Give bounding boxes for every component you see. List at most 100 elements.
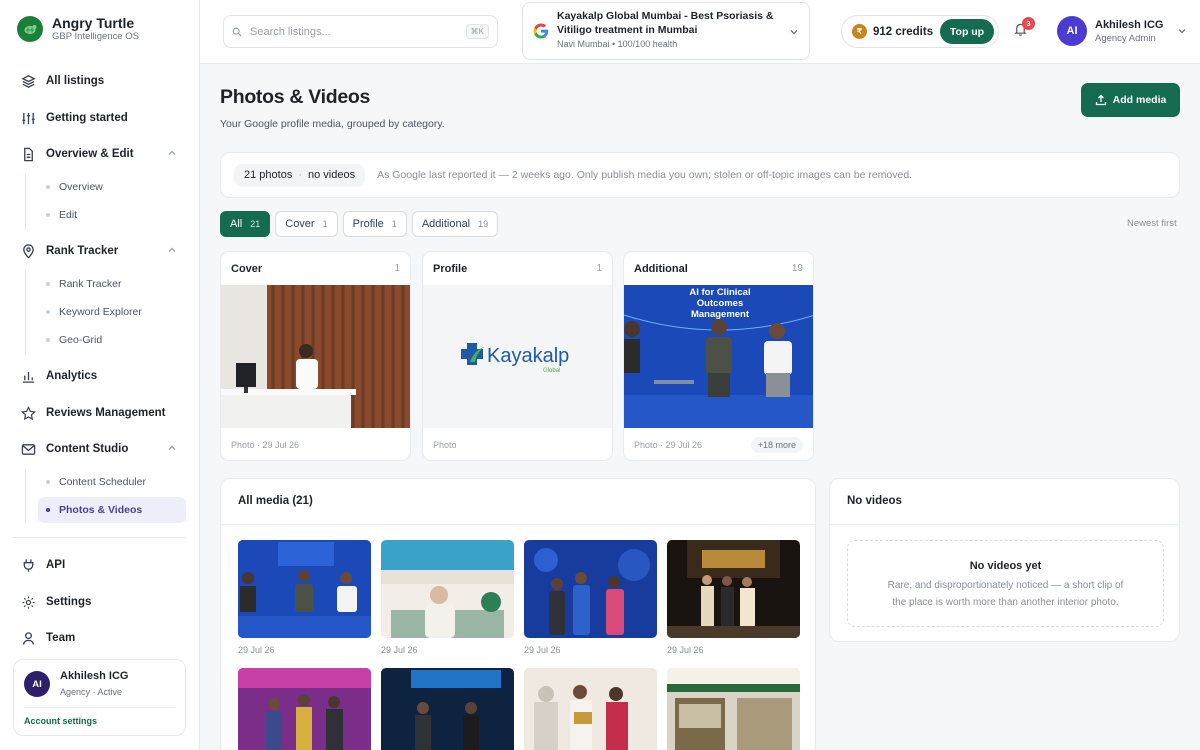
more-badge[interactable]: +18 more (750, 436, 803, 453)
chevron-up-icon[interactable] (167, 443, 177, 453)
cover-photo[interactable] (221, 285, 410, 428)
media-thumb[interactable] (667, 540, 800, 638)
user-role: Agency Admin (1095, 32, 1156, 44)
account-settings-link[interactable]: Account settings (24, 716, 97, 726)
media-date: 29 Jul 26 (381, 645, 418, 655)
listing-selector[interactable]: Kayakalp Global Mumbai - Best Psoriasis … (522, 2, 810, 60)
bullet-icon (46, 185, 50, 189)
sidebar-item-overview-edit[interactable]: Overview & Edit (20, 144, 180, 164)
account-divider (24, 707, 175, 708)
filter-additional[interactable]: Additional 19 (411, 211, 499, 237)
empty-state-text: Rare, and disproportionately noticed — a… (887, 580, 1124, 608)
sidebar-item-getting-started[interactable]: Getting started (20, 108, 180, 128)
mail-icon (20, 441, 36, 457)
media-thumb[interactable] (238, 668, 371, 750)
category-card-profile[interactable]: Profile 1 Kayakalp Global Photo (422, 251, 613, 461)
sidebar-item-analytics[interactable]: Analytics (20, 366, 180, 386)
media-thumb[interactable] (524, 540, 657, 638)
sidebar-item-label: Overview & Edit (46, 148, 134, 160)
media-thumb[interactable] (238, 540, 371, 638)
media-count-pill: 21 photos · no videos (234, 163, 366, 187)
sidebar-item-label: Analytics (46, 370, 98, 382)
add-media-button[interactable]: Add media (1081, 83, 1180, 117)
sidebar-subitem-label: Geo-Grid (59, 334, 103, 346)
chevron-down-icon (789, 27, 799, 37)
user-menu[interactable]: AI Akhilesh ICG Agency Admin (1057, 16, 1187, 46)
listing-subtitle: Navi Mumbai • 100/100 health (557, 39, 678, 49)
media-thumb[interactable] (381, 540, 514, 638)
sidebar-item-label: API (46, 559, 66, 571)
chevron-down-icon (1177, 26, 1187, 36)
bullet-icon (46, 310, 50, 314)
account-name: Akhilesh ICG (60, 670, 129, 682)
sidebar-item-content-studio[interactable]: Content Studio (20, 439, 180, 459)
media-thumb[interactable] (381, 668, 514, 750)
media-date: 29 Jul 26 (524, 645, 561, 655)
sliders-icon (20, 110, 36, 126)
top-up-button[interactable]: Top up (940, 19, 994, 44)
sort-dropdown[interactable]: Newest first (1127, 218, 1177, 229)
sidebar-subitem-keyword-explorer[interactable]: Keyword Explorer (38, 299, 186, 325)
videos-empty-state: No videos yet Rare, and disproportionate… (847, 540, 1164, 627)
profile-logo[interactable]: Kayakalp Global (423, 285, 612, 428)
sidebar-item-settings[interactable]: Settings (20, 592, 180, 612)
video-count: no videos (308, 169, 356, 181)
videos-card-title: No videos (847, 495, 902, 507)
category-header: Additional 19 (624, 252, 813, 285)
sidebar-subitem-photos-videos[interactable]: Photos & Videos (38, 497, 186, 523)
layers-icon (20, 73, 36, 89)
bar-chart-icon (20, 368, 36, 384)
google-icon (533, 23, 549, 39)
bullet-icon (46, 213, 50, 217)
sidebar-subitem-edit[interactable]: Edit (38, 202, 186, 228)
page-title: Photos & Videos (220, 86, 371, 108)
filter-label: All (230, 218, 243, 230)
filter-cover[interactable]: Cover 1 (275, 211, 338, 237)
sidebar-subitem-geo-grid[interactable]: Geo-Grid (38, 327, 186, 353)
sidebar-subitem-label: Photos & Videos (59, 504, 143, 516)
sidebar-subitem-content-scheduler[interactable]: Content Scheduler (38, 469, 186, 495)
category-count: 1 (596, 263, 602, 274)
sidebar-item-team[interactable]: Team (20, 628, 180, 648)
search-input[interactable]: Search listings... ⌘K (223, 15, 498, 48)
card-divider (830, 524, 1179, 525)
logo-subtext: Global (543, 368, 560, 374)
page-subtitle: Your Google profile media, grouped by ca… (220, 118, 445, 130)
avatar[interactable]: AI (24, 671, 50, 697)
category-card-additional[interactable]: Additional 19 AI for Clinical Outcomes Ma… (623, 251, 814, 461)
sidebar-item-api[interactable]: API (20, 555, 180, 575)
sidebar-subitem-label: Rank Tracker (59, 278, 122, 290)
logo-text: Kayakalp (487, 345, 569, 367)
filter-count: 21 (250, 219, 261, 229)
filter-profile[interactable]: Profile 1 (342, 211, 407, 237)
category-name: Profile (433, 262, 468, 275)
sidebar-item-label: Content Studio (46, 443, 129, 455)
sidebar-subitem-overview[interactable]: Overview (38, 174, 186, 200)
sidebar-item-label: Rank Tracker (46, 245, 119, 257)
sidebar-item-label: Settings (46, 596, 92, 608)
category-name: Additional (634, 262, 688, 275)
category-count: 1 (394, 263, 400, 274)
chevron-up-icon[interactable] (167, 245, 177, 255)
brand[interactable]: Angry Turtle GBP Intelligence OS (17, 15, 139, 43)
category-card-cover[interactable]: Cover 1 Photo · 29 Jul 26 (220, 251, 411, 461)
sidebar-subitem-label: Keyword Explorer (59, 306, 142, 318)
additional-photo[interactable]: AI for Clinical Outcomes Management (624, 285, 813, 428)
filter-count: 19 (478, 219, 489, 229)
category-filters: All 21 Cover 1 Profile 1 Additional 19 (220, 211, 499, 237)
sidebar: Angry Turtle GBP Intelligence OS All lis… (0, 0, 200, 750)
star-icon (20, 405, 36, 421)
media-thumb[interactable] (667, 668, 800, 750)
filter-all[interactable]: All 21 (220, 211, 271, 237)
account-card: AI Akhilesh ICG Agency · Active Account … (13, 659, 186, 736)
topbar: Search listings... ⌘K Kayakalp Global Mu… (200, 0, 1200, 64)
notification-badge: 3 (1022, 17, 1035, 30)
plug-icon (20, 557, 36, 573)
chevron-up-icon[interactable] (167, 148, 177, 158)
sidebar-subitem-rank-tracker[interactable]: Rank Tracker (38, 271, 186, 297)
filter-label: Profile (352, 218, 384, 230)
sidebar-item-reviews[interactable]: Reviews Management (20, 403, 180, 423)
sidebar-item-rank-tracker[interactable]: Rank Tracker (20, 241, 180, 261)
media-thumb[interactable] (524, 668, 657, 750)
sidebar-item-all-listings[interactable]: All listings (20, 71, 180, 91)
